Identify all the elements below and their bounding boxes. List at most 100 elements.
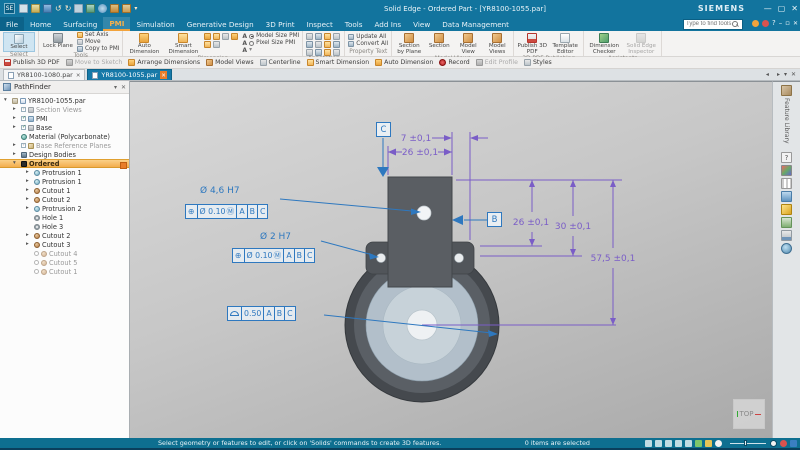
close-tab-icon[interactable] <box>76 71 81 79</box>
toolbar-publish-3d-pdf[interactable]: Publish 3D PDF <box>4 59 60 66</box>
web-icon[interactable] <box>98 4 107 13</box>
datum-target-icon[interactable] <box>333 41 340 48</box>
tab-data-management[interactable]: Data Management <box>436 17 515 31</box>
text-scale-dropdown[interactable]: A▾ <box>242 47 299 53</box>
tab-generative-design[interactable]: Generative Design <box>181 17 260 31</box>
coordinate-dimension-icon[interactable] <box>222 33 229 40</box>
chart-icon[interactable] <box>86 4 95 13</box>
surface-texture-icon[interactable] <box>324 33 331 40</box>
web-panel-icon[interactable] <box>781 243 792 254</box>
annotation-more-icon[interactable] <box>333 49 340 56</box>
edge-condition-icon[interactable] <box>306 41 313 48</box>
tab-pmi[interactable]: PMI <box>103 17 130 31</box>
balloon-icon[interactable] <box>315 33 322 40</box>
sensors-panel-icon[interactable] <box>781 217 792 228</box>
redo-icon[interactable]: ↻ <box>65 4 72 13</box>
smart-dimension-button[interactable]: Smart Dimension <box>165 32 201 56</box>
toolbar-move-to-sketch[interactable]: Move to Sketch <box>66 59 123 66</box>
dimension-more-icon[interactable] <box>213 41 220 48</box>
expander-icon[interactable] <box>13 114 19 123</box>
new-document-icon[interactable] <box>19 4 28 13</box>
model-view-button[interactable]: Model View <box>455 32 481 56</box>
tree-ordered[interactable]: Ordered <box>0 159 129 168</box>
window-fit-icon[interactable] <box>645 440 652 447</box>
undo-icon[interactable]: ↺ <box>55 4 62 13</box>
tree-hole-1[interactable]: Hole 1 <box>0 213 129 222</box>
keyshot-icon[interactable] <box>781 204 792 215</box>
scroll-tabs-right-icon[interactable] <box>773 70 780 79</box>
community-icon[interactable] <box>752 20 759 27</box>
tab-add-ins[interactable]: Add Ins <box>369 17 408 31</box>
tree-cutout-5[interactable]: Cutout 5 <box>0 258 129 267</box>
tree-cutout-1b[interactable]: Cutout 1 <box>0 267 129 276</box>
tab-surfacing[interactable]: Surfacing <box>57 17 103 31</box>
dimension-axis-icon[interactable] <box>204 41 211 48</box>
expander-icon[interactable] <box>13 159 19 168</box>
tree-root[interactable]: YR8100-1055.par <box>0 96 129 105</box>
open-icon[interactable] <box>31 4 40 13</box>
datum-b-label[interactable]: B <box>487 212 502 227</box>
view-styles-icon[interactable] <box>705 440 712 447</box>
toolbar-model-views[interactable]: Model Views <box>206 59 253 66</box>
tab-file[interactable]: File <box>0 17 24 31</box>
checkbox-unchecked[interactable] <box>34 260 39 265</box>
tab-list-icon[interactable] <box>784 71 787 78</box>
right-ear-hole[interactable] <box>455 254 464 263</box>
app-icon[interactable]: SE <box>4 3 15 14</box>
feature-library-icon[interactable] <box>781 85 792 96</box>
toolbar-arrange-dimensions[interactable]: Arrange Dimensions <box>128 59 200 66</box>
close-button[interactable] <box>791 4 798 13</box>
lock-plane-button[interactable]: Lock Plane <box>42 32 74 50</box>
doc-tab-yr8100-1080[interactable]: YR8100-1080.par <box>3 69 85 80</box>
symmetric-diameter-icon[interactable] <box>231 33 238 40</box>
tree-protrusion-2[interactable]: Protrusion 2 <box>0 204 129 213</box>
tree-pmi[interactable]: PMI <box>0 114 129 123</box>
tree-base[interactable]: Base <box>0 123 129 132</box>
pmi-mode-2-icon[interactable] <box>122 4 131 13</box>
checkbox-unchecked[interactable] <box>34 269 39 274</box>
expander-icon[interactable] <box>26 231 32 240</box>
expander-icon[interactable] <box>26 240 32 249</box>
tree-cutout-3[interactable]: Cutout 3 <box>0 240 129 249</box>
callout-hole-4-6[interactable]: Ø 4,6 H7 <box>200 186 240 196</box>
model-size-pmi-radio[interactable]: AModel Size PMI <box>242 33 299 39</box>
pmi-mode-icon[interactable] <box>110 4 119 13</box>
toolbar-centerline[interactable]: Centerline <box>260 59 301 66</box>
pan-icon[interactable] <box>685 440 692 447</box>
tab-simulation[interactable]: Simulation <box>130 17 180 31</box>
pin-panel-icon[interactable] <box>114 84 117 91</box>
zoom-out-button[interactable] <box>770 440 777 447</box>
expander-icon[interactable] <box>26 204 32 213</box>
arm-body[interactable] <box>388 177 452 287</box>
sheet-icon[interactable] <box>74 4 83 13</box>
tree-base-reference-planes[interactable]: Base Reference Planes <box>0 141 129 150</box>
doc-tab-yr8100-1055[interactable]: YR8100-1055.par <box>87 69 171 80</box>
expander-icon[interactable] <box>26 177 32 186</box>
color-manager-icon[interactable] <box>781 165 792 176</box>
left-ear-hole[interactable] <box>377 254 386 263</box>
toolbar-smart-dimension[interactable]: Smart Dimension <box>307 59 370 66</box>
search-icon[interactable] <box>732 21 738 27</box>
set-axis-button[interactable]: Set Axis <box>77 32 119 38</box>
leader-icon[interactable] <box>306 33 313 40</box>
view-orientation-indicator[interactable]: TOP <box>733 399 765 429</box>
solid-edge-inspector-button[interactable]: Solid Edge Inspector <box>624 32 658 56</box>
tab-3d-print[interactable]: 3D Print <box>260 17 301 31</box>
publish-3d-pdf-button[interactable]: Publish 3D PDF <box>517 32 547 56</box>
weld-symbol-icon[interactable] <box>333 33 340 40</box>
panel-minimize-icon[interactable] <box>779 19 783 27</box>
distance-between-icon[interactable] <box>204 33 211 40</box>
close-active-tab-icon[interactable] <box>160 71 167 79</box>
pixel-size-pmi-radio[interactable]: APixel Size PMI <box>242 40 299 46</box>
help-panel-icon[interactable] <box>781 152 792 163</box>
datum-c-label[interactable]: C <box>376 122 391 137</box>
angle-between-icon[interactable] <box>213 33 220 40</box>
abort-button[interactable] <box>780 440 787 447</box>
checkbox[interactable] <box>21 107 26 112</box>
expander-icon[interactable] <box>26 168 32 177</box>
arm-hole[interactable] <box>417 206 431 220</box>
tree-protrusion-1[interactable]: Protrusion 1 <box>0 168 129 177</box>
tab-home[interactable]: Home <box>24 17 57 31</box>
toolbar-edit-profile[interactable]: Edit Profile <box>476 59 518 66</box>
tree-section-views[interactable]: Section Views <box>0 105 129 114</box>
